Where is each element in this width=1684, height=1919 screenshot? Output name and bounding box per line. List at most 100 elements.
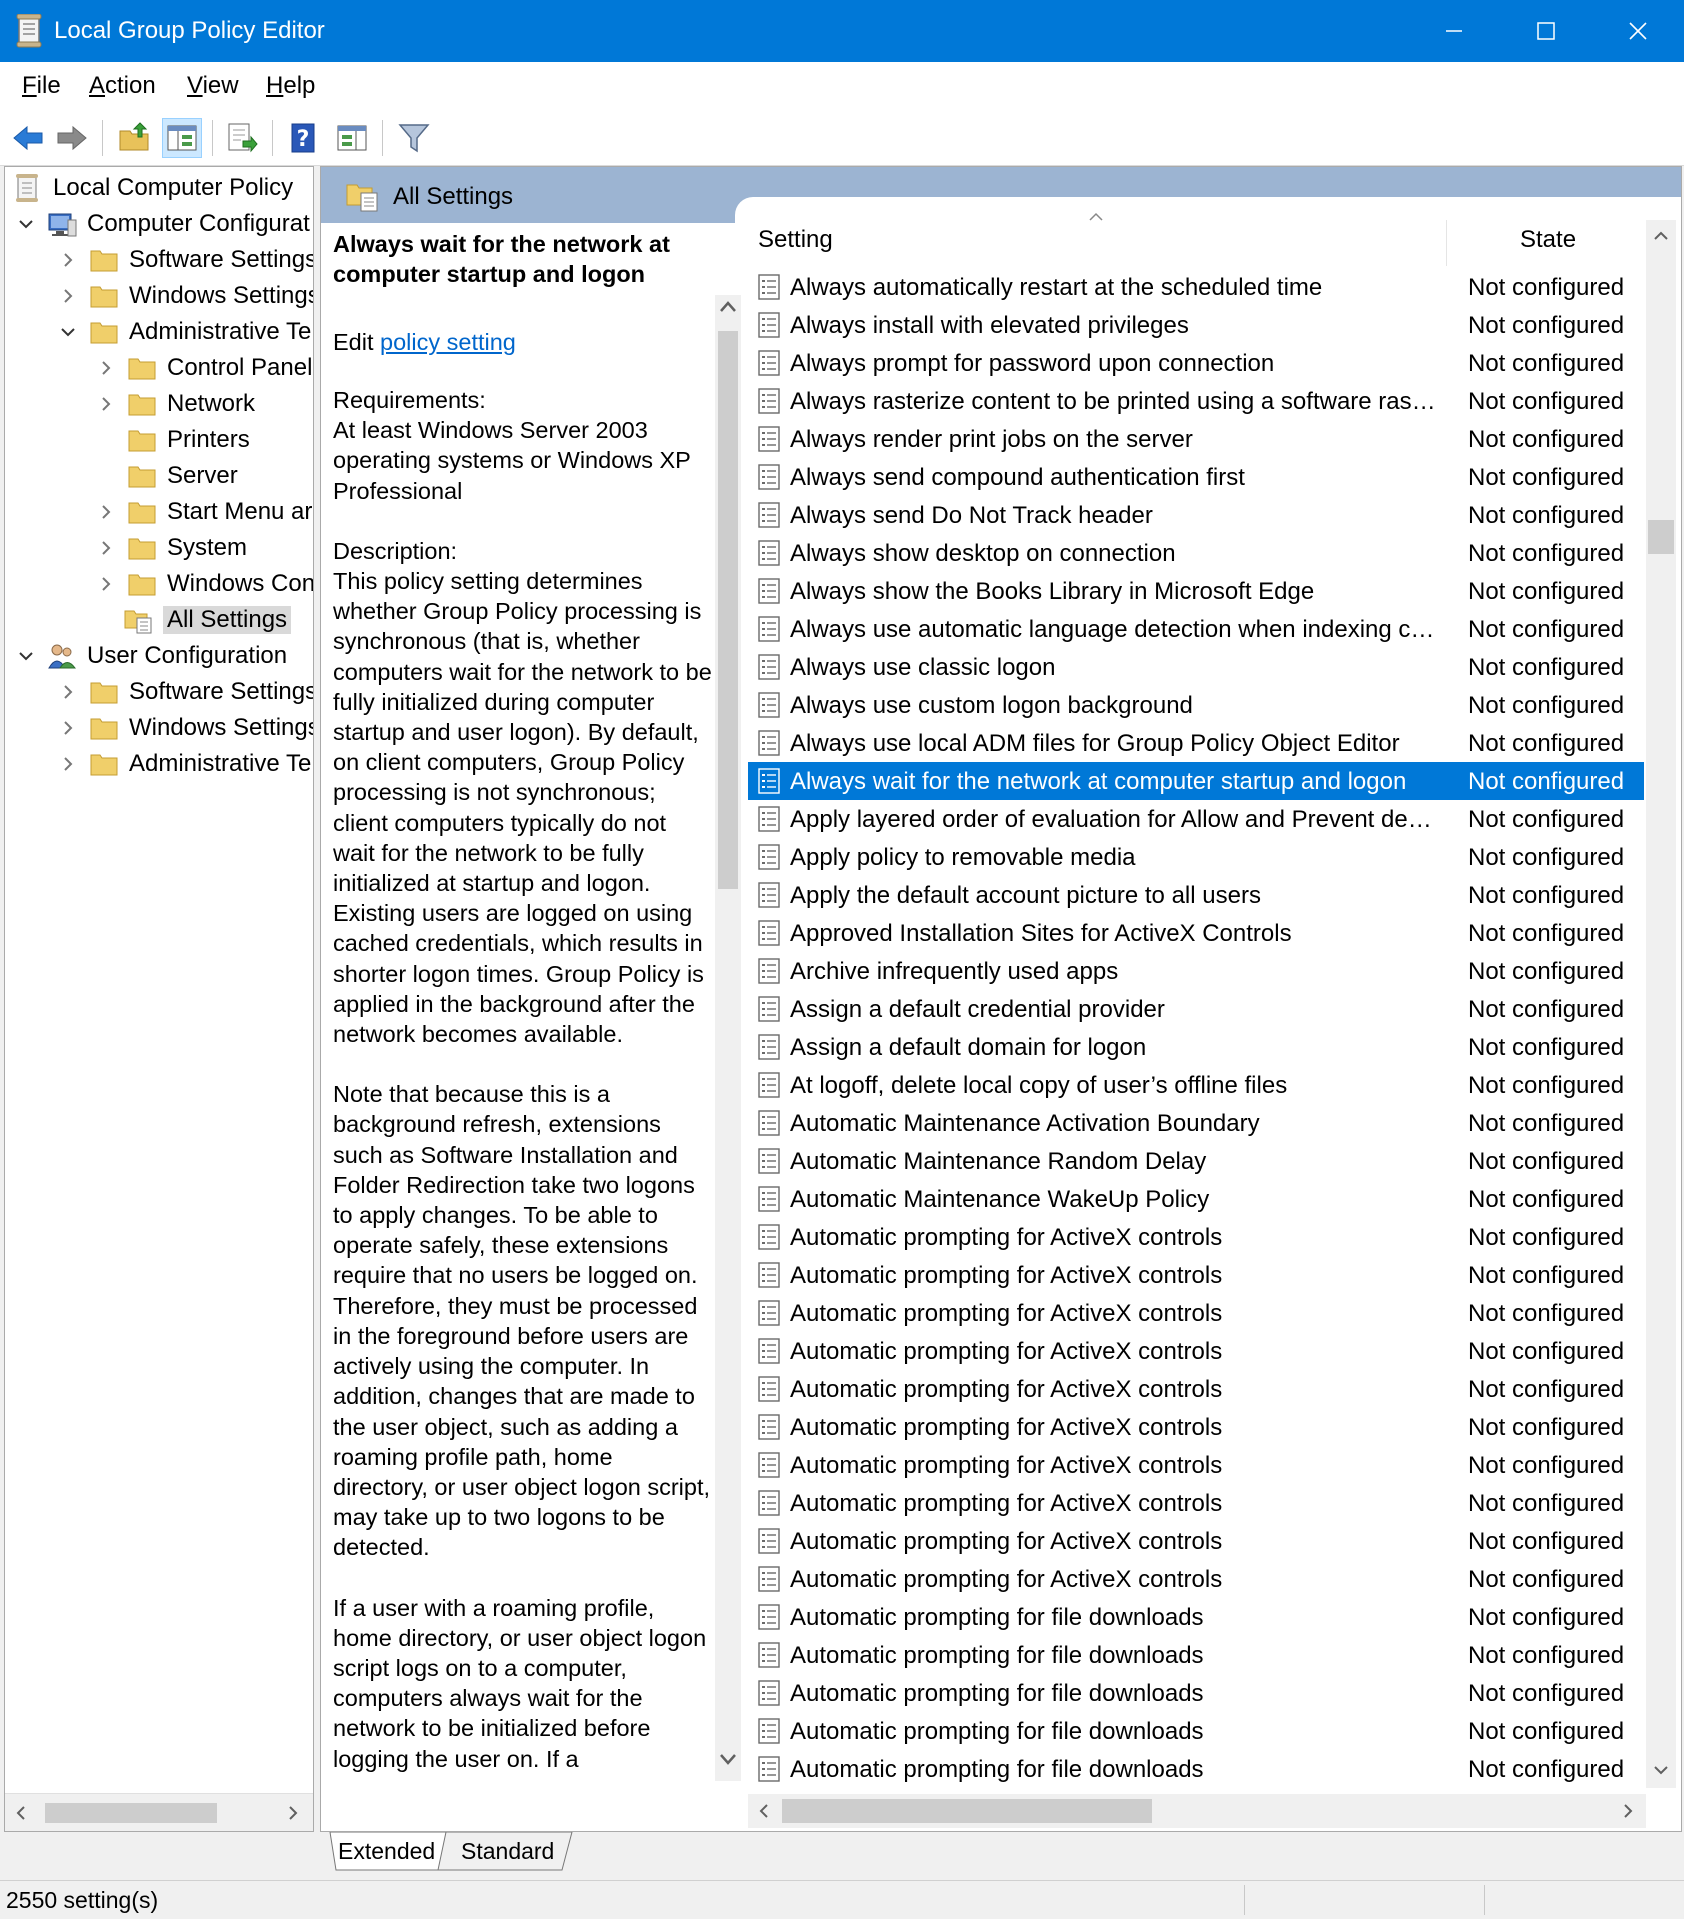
table-row[interactable]: Always render print jobs on the server No… [748, 420, 1644, 458]
scrollbar-thumb[interactable] [782, 1799, 1152, 1823]
table-row[interactable]: Automatic prompting for ActiveX controls… [748, 1560, 1644, 1598]
chevron-down-icon[interactable] [15, 213, 37, 235]
tree-item-server[interactable]: Server [127, 459, 238, 493]
scroll-down-icon[interactable] [1651, 1760, 1671, 1780]
table-row[interactable]: Automatic Maintenance WakeUp Policy Not c… [748, 1180, 1644, 1218]
table-row[interactable]: Always show desktop on connection Not con… [748, 534, 1644, 572]
table-row[interactable]: Always install with elevated privileges N… [748, 306, 1644, 344]
table-row[interactable]: Automatic prompting for ActiveX controls… [748, 1370, 1644, 1408]
chevron-right-icon[interactable] [57, 717, 79, 739]
table-row[interactable]: Assign a default credential provider Not … [748, 990, 1644, 1028]
table-row[interactable]: Automatic Maintenance Activation Boundar… [748, 1104, 1644, 1142]
minimize-button[interactable] [1408, 0, 1500, 62]
tree-item-user-configuration[interactable]: User Configuration [15, 639, 287, 673]
export-list-button[interactable] [222, 118, 262, 158]
table-row[interactable]: Automatic prompting for ActiveX controls… [748, 1332, 1644, 1370]
menu-view[interactable]: View [187, 72, 239, 100]
table-row[interactable]: Automatic prompting for ActiveX controls… [748, 1408, 1644, 1446]
table-row[interactable]: Automatic prompting for file downloads No… [748, 1636, 1644, 1674]
policy-setting-link[interactable]: policy setting [380, 329, 516, 355]
chevron-right-icon[interactable] [57, 753, 79, 775]
table-row[interactable]: Always show the Books Library in Microso… [748, 572, 1644, 610]
chevron-right-icon[interactable] [95, 393, 117, 415]
column-header-setting[interactable]: Setting [758, 226, 833, 254]
back-button[interactable] [8, 118, 48, 158]
chevron-down-icon[interactable] [15, 645, 37, 667]
filter-options-button[interactable] [394, 118, 434, 158]
tab-standard[interactable]: Standard [461, 1832, 554, 1870]
tree-item-computer-configuration[interactable]: Computer Configurat [15, 207, 310, 241]
tree-item-cc-windows-settings[interactable]: Windows Settings [57, 279, 313, 313]
tree-item-uc-administrative-templates[interactable]: Administrative Te [57, 747, 311, 781]
table-row[interactable]: At logoff, delete local copy of user’s o… [748, 1066, 1644, 1104]
chevron-right-icon[interactable] [95, 357, 117, 379]
table-row[interactable]: Apply layered order of evaluation for Al… [748, 800, 1644, 838]
tree-item-printers[interactable]: Printers [127, 423, 250, 457]
table-row[interactable]: Apply policy to removable media Not confi… [748, 838, 1644, 876]
table-row[interactable]: Always send compound authentication firs… [748, 458, 1644, 496]
scroll-down-icon[interactable] [718, 1749, 738, 1769]
scrollbar-thumb[interactable] [718, 331, 738, 889]
chevron-right-icon[interactable] [57, 249, 79, 271]
scroll-left-icon[interactable] [13, 1805, 29, 1821]
scrollbar-thumb[interactable] [45, 1803, 217, 1823]
table-row[interactable]: Apply the default account picture to all… [748, 876, 1644, 914]
chevron-right-icon[interactable] [57, 681, 79, 703]
table-row[interactable]: Always rasterize content to be printed u… [748, 382, 1644, 420]
table-row[interactable]: Automatic prompting for ActiveX controls… [748, 1218, 1644, 1256]
settings-vertical-scrollbar[interactable] [1646, 220, 1676, 1788]
scrollbar-thumb[interactable] [1648, 520, 1674, 554]
tree-item-windows-components[interactable]: Windows Con [95, 567, 313, 601]
table-row[interactable]: Automatic prompting for ActiveX controls… [748, 1484, 1644, 1522]
table-row[interactable]: Always send Do Not Track header Not confi… [748, 496, 1644, 534]
table-row[interactable]: Always use custom logon background Not co… [748, 686, 1644, 724]
table-row[interactable]: Always use local ADM files for Group Pol… [748, 724, 1644, 762]
column-header-state[interactable]: State [1520, 226, 1576, 254]
chevron-right-icon[interactable] [95, 573, 117, 595]
tree-item-start-menu[interactable]: Start Menu ar [95, 495, 312, 529]
menu-file[interactable]: File [22, 72, 61, 100]
table-row[interactable]: Assign a default domain for logon Not con… [748, 1028, 1644, 1066]
menu-help[interactable]: Help [266, 72, 315, 100]
table-row[interactable]: Automatic prompting for ActiveX controls… [748, 1294, 1644, 1332]
chevron-right-icon[interactable] [95, 537, 117, 559]
table-row[interactable]: Automatic prompting for file downloads No… [748, 1598, 1644, 1636]
chevron-right-icon[interactable] [57, 285, 79, 307]
tree-item-cc-software-settings[interactable]: Software Settings [57, 243, 313, 277]
tree-horizontal-scrollbar[interactable] [5, 1793, 313, 1831]
tree-item-control-panel[interactable]: Control Panel [95, 351, 312, 385]
tree-item-system[interactable]: System [95, 531, 247, 565]
scroll-right-icon[interactable] [1620, 1803, 1636, 1819]
table-row[interactable]: Automatic prompting for file downloads No… [748, 1750, 1644, 1788]
table-row[interactable]: Always wait for the network at computer … [748, 762, 1644, 800]
table-row[interactable]: Approved Installation Sites for ActiveX … [748, 914, 1644, 952]
table-row[interactable]: Always use classic logon Not configured [748, 648, 1644, 686]
scroll-up-icon[interactable] [1651, 226, 1671, 246]
up-one-level-button[interactable] [114, 118, 154, 158]
tree-item-all-settings[interactable]: All Settings [123, 603, 292, 637]
description-vertical-scrollbar[interactable] [715, 295, 741, 1781]
table-row[interactable]: Automatic prompting for ActiveX controls… [748, 1446, 1644, 1484]
tree-item-cc-administrative-templates[interactable]: Administrative Te [57, 315, 311, 349]
close-button[interactable] [1592, 0, 1684, 62]
settings-horizontal-scrollbar[interactable] [748, 1794, 1646, 1828]
tab-extended[interactable]: Extended [338, 1832, 435, 1870]
table-row[interactable]: Archive infrequently used apps Not config… [748, 952, 1644, 990]
tree-item-network[interactable]: Network [95, 387, 255, 421]
scroll-left-icon[interactable] [756, 1803, 772, 1819]
tree-item-uc-windows-settings[interactable]: Windows Settings [57, 711, 313, 745]
table-row[interactable]: Always prompt for password upon connecti… [748, 344, 1644, 382]
table-row[interactable]: Always automatically restart at the sche… [748, 268, 1644, 306]
tree-item-local-computer-policy[interactable]: Local Computer Policy [13, 171, 293, 205]
table-row[interactable]: Automatic Maintenance Random Delay Not co… [748, 1142, 1644, 1180]
chevron-right-icon[interactable] [95, 501, 117, 523]
scroll-up-icon[interactable] [718, 297, 738, 317]
menu-action[interactable]: Action [89, 72, 156, 100]
show-hide-action-pane-button[interactable] [332, 118, 372, 158]
table-row[interactable]: Automatic prompting for ActiveX controls… [748, 1256, 1644, 1294]
column-divider[interactable] [1446, 220, 1447, 266]
table-row[interactable]: Automatic prompting for file downloads No… [748, 1674, 1644, 1712]
table-row[interactable]: Always use automatic language detection … [748, 610, 1644, 648]
table-row[interactable]: Automatic prompting for ActiveX controls… [748, 1522, 1644, 1560]
tree-item-uc-software-settings[interactable]: Software Settings [57, 675, 313, 709]
